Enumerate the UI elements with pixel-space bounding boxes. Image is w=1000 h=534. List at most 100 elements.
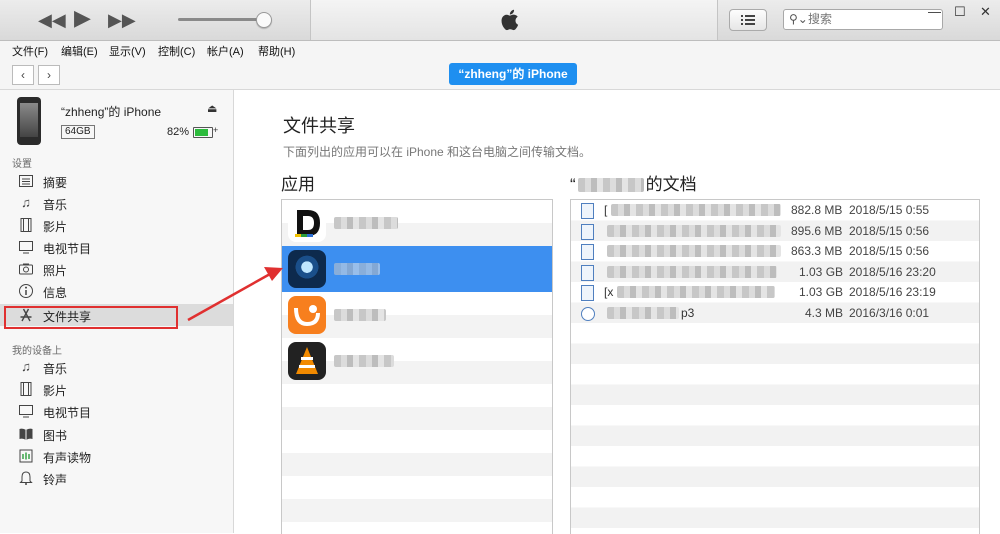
table-row[interactable]: p3 4.3 MB 2016/3/16 0:01: [571, 303, 979, 324]
document-size: 1.03 GB: [799, 285, 844, 299]
document-name-prefix: [: [604, 203, 608, 217]
document-name-blurred: [607, 265, 777, 278]
menu-file[interactable]: 文件(F): [12, 43, 48, 59]
sidebar-item-device-tv-shows[interactable]: 电视节目: [0, 400, 233, 422]
document-date: 2018/5/15 0:56: [849, 223, 930, 238]
volume-slider-thumb[interactable]: [256, 12, 272, 28]
sidebar-item-photos[interactable]: 照片: [0, 258, 233, 280]
sidebar-item-tv-shows[interactable]: 电视节目: [0, 236, 233, 258]
search-box[interactable]: ⚲⌄: [783, 9, 943, 30]
page-subtitle: 下面列出的应用可以在 iPhone 和这台电脑之间传输文档。: [283, 145, 592, 159]
document-date: 2018/5/16 23:20: [849, 264, 936, 279]
sidebar-item-device-music[interactable]: ♫ 音乐: [0, 356, 233, 378]
battery-percent: 82%: [167, 126, 190, 138]
table-row[interactable]: 863.3 MB 2018/5/15 0:56: [571, 241, 979, 262]
battery-icon: [193, 127, 213, 138]
back-button[interactable]: ‹: [12, 65, 34, 85]
audio-file-icon: [581, 306, 595, 321]
device-name: “zhheng”的 iPhone: [61, 105, 162, 119]
document-name-blurred: [617, 286, 775, 298]
app-icon: [288, 296, 326, 334]
menu-help[interactable]: 帮助(H): [258, 43, 295, 59]
charging-icon: +: [213, 125, 219, 135]
forward-button[interactable]: ›: [38, 65, 60, 85]
list-item[interactable]: [282, 246, 552, 292]
annotation-highlight-box: [4, 306, 178, 329]
close-button[interactable]: ✕: [980, 4, 991, 20]
sidebar-item-label: 照片: [43, 264, 68, 278]
music-icon: ♫: [21, 195, 31, 210]
search-icon: ⚲⌄: [789, 12, 808, 26]
settings-header: 设置: [12, 159, 32, 170]
title-bar: ◀◀ ▶ ▶▶ ⚲⌄ — ☐ ✕: [0, 0, 1000, 41]
app-name-blurred: [334, 309, 386, 321]
table-row[interactable]: [ 882.8 MB 2018/5/15 0:55: [571, 200, 979, 221]
table-row[interactable]: 895.6 MB 2018/5/15 0:56: [571, 221, 979, 242]
music-icon: ♫: [21, 359, 31, 374]
sidebar-item-label: 信息: [43, 286, 68, 300]
sidebar-item-info[interactable]: 信息: [0, 280, 233, 302]
list-icon: [741, 15, 755, 25]
document-name-blurred: [611, 204, 781, 216]
list-view-button[interactable]: [729, 9, 767, 31]
table-row[interactable]: [x 1.03 GB 2018/5/16 23:19: [571, 282, 979, 303]
sidebar-item-summary[interactable]: 摘要: [0, 170, 233, 192]
document-date: 2018/5/16 23:19: [849, 285, 936, 299]
menu-account[interactable]: 帐户(A): [207, 43, 244, 59]
info-icon: [19, 284, 33, 298]
menu-bar: 文件(F) 编辑(E) 显示(V) 控制(C) 帐户(A) 帮助(H): [0, 41, 1000, 59]
capacity-badge: 64GB: [61, 125, 95, 139]
list-item[interactable]: [282, 338, 552, 384]
video-file-icon: [581, 244, 594, 260]
video-file-icon: [581, 223, 594, 240]
sidebar-item-device-ringtones[interactable]: 铃声: [0, 467, 233, 489]
sidebar-item-music[interactable]: ♫ 音乐: [0, 192, 233, 214]
list-item[interactable]: [282, 292, 552, 338]
fast-forward-button[interactable]: ▶▶: [108, 10, 136, 30]
document-name-blurred: [607, 306, 679, 319]
play-button[interactable]: ▶: [74, 7, 91, 29]
maximize-button[interactable]: ☐: [954, 4, 966, 20]
document-size: 882.8 MB: [791, 203, 843, 217]
document-date: 2018/5/15 0:55: [849, 203, 930, 217]
video-file-icon: [581, 285, 594, 301]
sidebar-item-films[interactable]: 影片: [0, 214, 233, 236]
on-device-header: 我的设备上: [12, 346, 62, 357]
audiobook-icon: [19, 449, 33, 463]
menu-view[interactable]: 显示(V): [109, 43, 146, 59]
sidebar-item-label: 音乐: [43, 198, 68, 212]
book-icon: [19, 428, 33, 440]
menu-controls[interactable]: 控制(C): [158, 43, 195, 59]
rewind-button[interactable]: ◀◀: [38, 10, 66, 30]
menu-edit[interactable]: 编辑(E): [61, 43, 98, 59]
document-size: 1.03 GB: [799, 264, 844, 279]
document-name-blurred: [607, 224, 781, 237]
eject-icon[interactable]: ⏏: [207, 102, 217, 115]
document-date: 2016/3/16 0:01: [849, 305, 930, 320]
app-icon: [288, 250, 326, 288]
minimize-button[interactable]: —: [928, 4, 941, 19]
apps-header: 应用: [281, 175, 315, 194]
documents-list: [ 882.8 MB 2018/5/15 0:55 895.6 MB 2018/…: [570, 199, 980, 534]
volume-slider[interactable]: [178, 18, 264, 21]
camera-icon: [19, 263, 33, 275]
sidebar-item-device-audiobooks[interactable]: 有声读物: [0, 445, 233, 467]
list-item[interactable]: [282, 200, 552, 246]
page-title: 文件共享: [283, 116, 355, 136]
document-name-prefix: [x: [604, 285, 614, 299]
device-button[interactable]: “zhheng”的 iPhone: [449, 63, 577, 85]
app-icon: [288, 342, 326, 380]
table-row[interactable]: 1.03 GB 2018/5/16 23:20: [571, 262, 979, 283]
sidebar-item-device-films[interactable]: 影片: [0, 378, 233, 400]
document-date: 2018/5/15 0:56: [849, 244, 930, 258]
search-input[interactable]: [808, 11, 938, 27]
sidebar-item-label: 图书: [43, 429, 68, 443]
sidebar-item-label: 影片: [43, 384, 68, 398]
app-name-blurred: [334, 355, 394, 367]
document-name-suffix: p3: [681, 305, 695, 320]
document-size: 4.3 MB: [805, 305, 844, 320]
sidebar-item-device-books[interactable]: 图书: [0, 423, 233, 445]
summary-icon: [19, 175, 33, 187]
iphone-image: [17, 97, 41, 145]
film-icon: [20, 382, 32, 396]
